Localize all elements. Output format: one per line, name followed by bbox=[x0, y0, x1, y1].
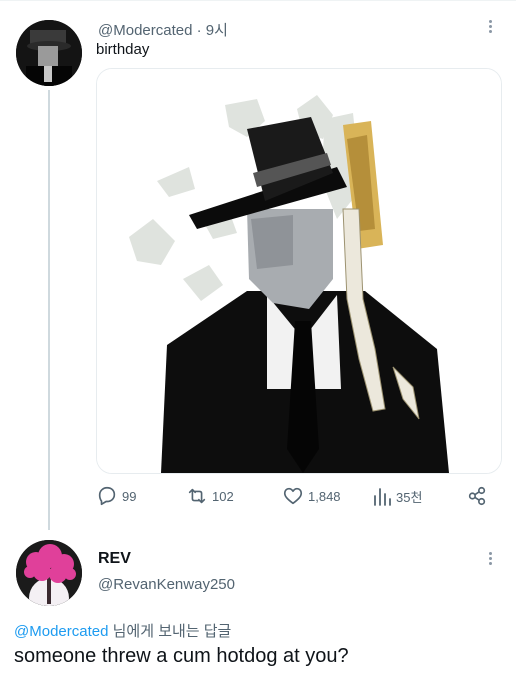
tweet-media-image[interactable] bbox=[96, 68, 502, 474]
reply-button[interactable]: 99 bbox=[96, 484, 136, 508]
share-button[interactable] bbox=[466, 484, 488, 508]
reply-author-handle[interactable]: @RevanKenway250 bbox=[98, 576, 235, 593]
top-divider bbox=[0, 0, 516, 1]
reply-text: someone threw a cum hotdog at you? bbox=[14, 645, 349, 667]
reply-author-name[interactable]: REV bbox=[98, 550, 131, 568]
views-icon bbox=[374, 488, 391, 506]
views-button[interactable]: 35천 bbox=[372, 484, 422, 508]
thread-line bbox=[48, 90, 50, 530]
more-icon[interactable] bbox=[480, 16, 500, 36]
reply-avatar[interactable] bbox=[16, 540, 82, 606]
tweet-action-bar: 99 102 1,848 35천 bbox=[96, 484, 500, 508]
retweet-button[interactable]: 102 bbox=[186, 484, 234, 508]
retweet-count: 102 bbox=[212, 488, 234, 504]
like-icon bbox=[283, 487, 303, 505]
retweet-icon bbox=[188, 488, 206, 504]
tweet-time[interactable]: · 9시 bbox=[197, 22, 228, 39]
replying-to-line: @Modercated 님에게 보내는 답글 bbox=[14, 620, 231, 641]
reply-count: 99 bbox=[122, 488, 137, 504]
tweet-handle[interactable]: @Modercated bbox=[98, 22, 192, 39]
tweet-text: birthday bbox=[96, 41, 150, 58]
tweet-avatar[interactable] bbox=[16, 20, 82, 86]
replying-to-label: 님에게 보내는 답글 bbox=[108, 623, 232, 640]
like-count: 1,848 bbox=[308, 488, 341, 504]
share-icon bbox=[468, 486, 486, 506]
reply-icon bbox=[98, 486, 116, 506]
like-button[interactable]: 1,848 bbox=[282, 484, 341, 508]
more-icon[interactable] bbox=[480, 548, 500, 568]
replying-to-mention[interactable]: @Modercated bbox=[14, 623, 108, 640]
tweet-header: @Modercated · 9시 bbox=[98, 19, 228, 40]
views-count: 35천 bbox=[396, 489, 423, 505]
